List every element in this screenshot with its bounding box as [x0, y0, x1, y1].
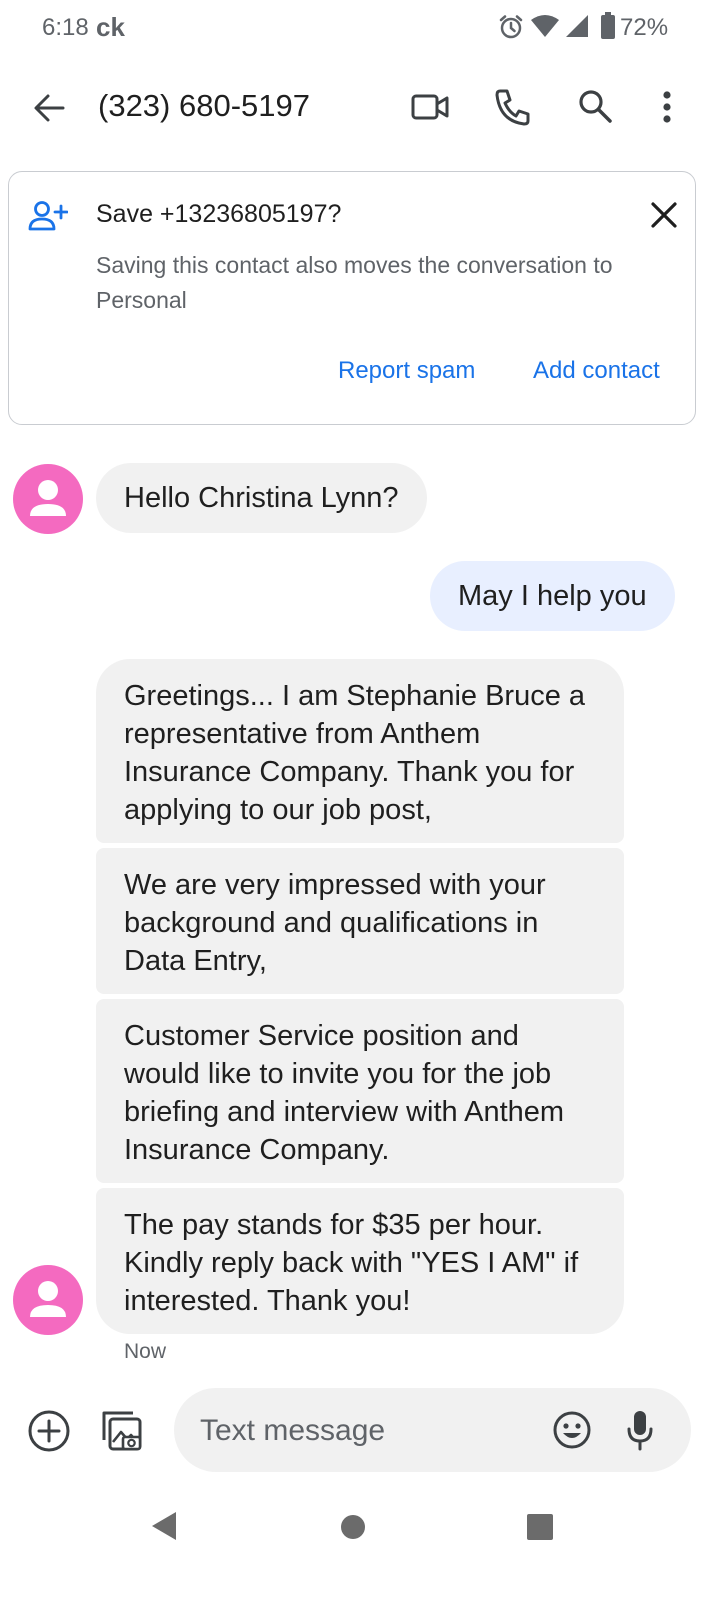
add-contact-button[interactable]: Add contact	[533, 357, 660, 385]
wifi-icon	[530, 14, 560, 38]
nav-back-icon[interactable]	[150, 1510, 178, 1542]
person-icon	[30, 480, 66, 516]
sender-avatar[interactable]	[13, 464, 83, 534]
incoming-message[interactable]: Customer Service position and would like…	[96, 999, 624, 1183]
status-carrier: ck	[96, 12, 125, 42]
nav-recents-icon[interactable]	[527, 1514, 553, 1540]
alarm-icon	[498, 14, 524, 40]
save-contact-description: Saving this contact also moves the conve…	[96, 252, 613, 313]
battery-percentage: 72%	[620, 14, 669, 41]
person-icon	[30, 1281, 66, 1317]
more-vert-icon[interactable]	[662, 90, 672, 124]
search-icon[interactable]	[578, 89, 612, 123]
report-spam-button[interactable]: Report spam	[338, 357, 475, 385]
incoming-message[interactable]: Hello Christina Lynn?	[96, 463, 427, 533]
close-icon[interactable]	[651, 202, 677, 228]
incoming-message[interactable]: The pay stands for $35 per hour. Kindly …	[96, 1188, 624, 1334]
add-person-icon	[28, 200, 68, 232]
message-input[interactable]	[198, 1388, 542, 1474]
mic-icon[interactable]	[626, 1409, 654, 1451]
outgoing-message[interactable]: May I help you	[430, 561, 675, 631]
sender-avatar[interactable]	[13, 1265, 83, 1335]
add-circle-icon[interactable]	[27, 1409, 71, 1453]
incoming-message[interactable]: Greetings... I am Stephanie Bruce a repr…	[96, 659, 624, 843]
conversation-title: (323) 680-5197	[98, 88, 310, 123]
signal-icon	[564, 14, 590, 38]
phone-icon[interactable]	[494, 88, 530, 126]
save-contact-title: Save +13236805197?	[96, 200, 342, 228]
back-arrow-icon[interactable]	[32, 91, 66, 125]
nav-home-icon[interactable]	[340, 1514, 366, 1540]
video-call-icon[interactable]	[410, 92, 450, 122]
gallery-icon[interactable]	[99, 1408, 145, 1454]
message-timestamp: Now	[124, 1340, 167, 1363]
emoji-icon[interactable]	[552, 1410, 592, 1450]
compose-field	[174, 1388, 691, 1474]
status-time: 6:18	[42, 14, 89, 41]
battery-icon	[600, 12, 616, 40]
incoming-message[interactable]: We are very impressed with your backgrou…	[96, 848, 624, 994]
